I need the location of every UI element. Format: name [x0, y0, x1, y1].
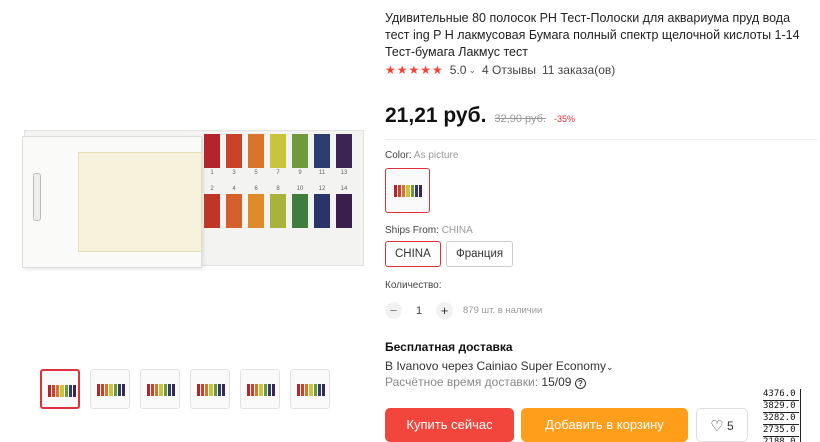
ships-label-row: Ships From: CHINA — [385, 225, 473, 236]
shipping-method[interactable]: В Ivanovo через Cainiao Super Economy⌄ — [385, 359, 614, 373]
divider — [385, 139, 817, 140]
ph-color-strip — [204, 194, 220, 228]
ph-number-label: 2 — [210, 186, 214, 192]
ph-color-strips-top — [204, 134, 352, 168]
delivery-time: Расчётное время доставки: 15/09 ? — [385, 375, 586, 389]
product-title: Удивительные 80 полосок PH Тест-Полоски … — [385, 11, 800, 59]
heart-icon: ♡ — [710, 418, 724, 435]
ph-number-label: 4 — [232, 186, 236, 192]
ph-color-strips-bottom — [204, 194, 352, 228]
gallery-thumbnail[interactable] — [290, 369, 330, 409]
shipping-method-text: В Ivanovo через Cainiao Super Economy — [385, 359, 606, 373]
ph-color-strip — [248, 134, 264, 168]
ph-number-label: 7 — [276, 170, 280, 176]
gallery-thumbnail[interactable] — [40, 369, 80, 409]
overlay-number: 2188.0 — [763, 437, 799, 442]
ph-number-label: 12 — [318, 186, 326, 192]
ph-number-label: 6 — [254, 186, 258, 192]
color-label: Color: — [385, 150, 412, 161]
delivery-time-value: 15/09 — [541, 375, 572, 389]
delivery-time-label: Расчётное время доставки: — [385, 375, 539, 389]
quantity-stepper: − 1 + 879 шт. в наличии — [385, 302, 542, 319]
ph-number-label: 11 — [318, 170, 326, 176]
gallery-thumbnail[interactable] — [190, 369, 230, 409]
ph-color-strip — [314, 134, 330, 168]
ph-color-strip — [314, 194, 330, 228]
overlay-number: 3829.0 — [763, 401, 799, 413]
main-product-image[interactable]: 1 3 5 7 9 11 13 2 4 6 8 10 12 14 — [20, 30, 364, 350]
ph-number-label: 9 — [298, 170, 302, 176]
color-value: As picture — [413, 150, 459, 161]
ph-number-label: 3 — [232, 170, 236, 176]
qty-available: 879 шт. в наличии — [463, 305, 543, 316]
ph-number-label: 13 — [340, 170, 348, 176]
star-rating-icon: ★★★★★ — [385, 63, 444, 77]
ph-number-label: 5 — [254, 170, 258, 176]
qty-minus-button[interactable]: − — [385, 302, 402, 319]
overlay-number: 2735.0 — [763, 425, 799, 437]
ph-number-label: 1 — [210, 170, 214, 176]
color-label-row: Color: As picture — [385, 150, 458, 161]
ships-value: CHINA — [441, 225, 473, 236]
gallery-thumbnail[interactable] — [140, 369, 180, 409]
ph-number-label: 10 — [296, 186, 304, 192]
reviews-link[interactable]: 4 Отзывы — [482, 63, 536, 77]
overlay-number: 3282.0 — [763, 413, 799, 425]
color-option-swatch[interactable] — [385, 168, 430, 213]
ph-color-strip — [292, 194, 308, 228]
ph-number-label: 14 — [340, 186, 348, 192]
ph-color-strip — [292, 134, 308, 168]
ph-paper-pad — [78, 152, 202, 252]
rating-row: ★★★★★ 5.0 ⌄ 4 Отзывы 11 заказа(ов) — [385, 63, 615, 77]
gallery-thumbnail[interactable] — [240, 369, 280, 409]
qty-label: Количество: — [385, 280, 442, 291]
price-row: 21,21 руб. 32,90 руб. -35% — [385, 104, 575, 128]
current-price: 21,21 руб. — [385, 104, 487, 127]
ph-color-strip — [248, 194, 264, 228]
ph-color-strip — [226, 134, 242, 168]
old-price: 32,90 руб. — [494, 113, 546, 125]
ph-numbers-bottom: 2 4 6 8 10 12 14 — [204, 186, 352, 192]
buy-now-button[interactable]: Купить сейчас — [385, 408, 514, 442]
overlay-number: 4376.0 — [763, 389, 799, 401]
ships-option-france[interactable]: Франция — [446, 241, 514, 267]
rating-chevron-icon[interactable]: ⌄ — [468, 65, 476, 76]
ph-numbers-top: 1 3 5 7 9 11 13 — [204, 170, 352, 176]
ph-color-strip — [270, 134, 286, 168]
ph-color-strip — [204, 134, 220, 168]
qty-plus-button[interactable]: + — [436, 302, 453, 319]
ph-number-label: 8 — [276, 186, 280, 192]
overlay-vertical-line — [800, 389, 820, 442]
ph-color-strip — [336, 134, 352, 168]
rating-value: 5.0 — [449, 63, 467, 77]
wishlist-count: 5 — [727, 419, 734, 433]
discount-badge: -35% — [553, 114, 575, 124]
qty-value[interactable]: 1 — [412, 305, 426, 317]
chevron-down-icon: ⌄ — [605, 362, 614, 372]
gallery-thumbnail[interactable] — [90, 369, 130, 409]
ph-color-strip — [226, 194, 242, 228]
wishlist-button[interactable]: ♡ 5 — [696, 408, 748, 442]
ph-color-strip — [336, 194, 352, 228]
ships-option-china[interactable]: CHINA — [385, 241, 441, 267]
overlay-number-column: 4376.0 3829.0 3282.0 2735.0 2188.0 — [763, 389, 799, 442]
add-to-cart-button[interactable]: Добавить в корзину — [521, 408, 688, 442]
ships-label: Ships From: — [385, 225, 439, 236]
shipping-title: Бесплатная доставка — [385, 340, 513, 354]
orders-count: 11 заказа(ов) — [542, 63, 616, 77]
thumbnail-strip — [40, 369, 330, 409]
help-icon[interactable]: ? — [574, 378, 586, 389]
ph-color-strip — [270, 194, 286, 228]
